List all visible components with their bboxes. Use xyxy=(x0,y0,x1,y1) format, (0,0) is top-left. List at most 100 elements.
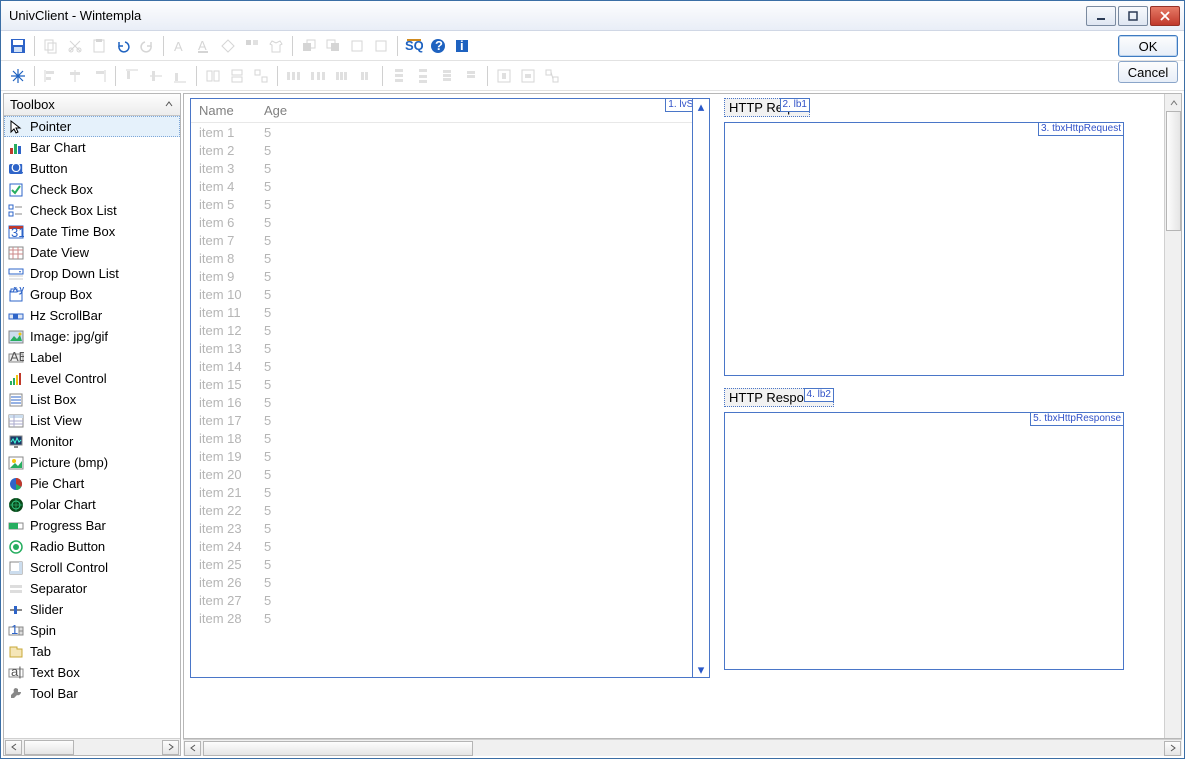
toolbox-item-hz-scrollbar[interactable]: Hz ScrollBar xyxy=(4,305,180,326)
toolbox-item-separator[interactable]: Separator xyxy=(4,578,180,599)
scroll-right-icon[interactable] xyxy=(1164,741,1181,756)
align-right-icon[interactable] xyxy=(88,65,110,87)
table-row[interactable]: item 45 xyxy=(191,177,709,195)
table-row[interactable]: item 265 xyxy=(191,573,709,591)
fill-icon[interactable] xyxy=(217,35,239,57)
save-icon[interactable] xyxy=(7,35,29,57)
copy-icon[interactable] xyxy=(40,35,62,57)
table-row[interactable]: item 255 xyxy=(191,555,709,573)
toolbox-item-pie-chart[interactable]: Pie Chart xyxy=(4,473,180,494)
scroll-down-icon[interactable]: ▾ xyxy=(694,662,709,677)
scroll-up-icon[interactable]: ▴ xyxy=(694,99,709,114)
vspace-dec-icon[interactable] xyxy=(436,65,458,87)
toolbox-item-date-view[interactable]: Date View xyxy=(4,242,180,263)
toolbox-item-progress-bar[interactable]: Progress Bar xyxy=(4,515,180,536)
toolbox-item-scroll-control[interactable]: Scroll Control xyxy=(4,557,180,578)
table-row[interactable]: item 155 xyxy=(191,375,709,393)
hspace-dec-icon[interactable] xyxy=(331,65,353,87)
align-left-icon[interactable] xyxy=(40,65,62,87)
shirt-icon[interactable] xyxy=(265,35,287,57)
send-back-icon[interactable] xyxy=(322,35,344,57)
column-header[interactable]: Age xyxy=(256,99,709,123)
table-row[interactable]: item 245 xyxy=(191,537,709,555)
scrollbar-thumb[interactable] xyxy=(1166,111,1181,231)
table-row[interactable]: item 25 xyxy=(191,141,709,159)
table-row[interactable]: item 85 xyxy=(191,249,709,267)
vspace-remove-icon[interactable] xyxy=(460,65,482,87)
toolbox-item-spin[interactable]: 1Spin xyxy=(4,620,180,641)
toolbox-item-polar-chart[interactable]: Polar Chart xyxy=(4,494,180,515)
toolbox-item-label[interactable]: ABCLabel xyxy=(4,347,180,368)
paste-icon[interactable] xyxy=(88,35,110,57)
snowflake-icon[interactable] xyxy=(7,65,29,87)
control-textbox-tbxhttprequest[interactable]: 3. tbxHttpRequest xyxy=(724,122,1124,376)
table-row[interactable]: item 185 xyxy=(191,429,709,447)
table-row[interactable]: item 195 xyxy=(191,447,709,465)
layer-up-icon[interactable] xyxy=(346,35,368,57)
scroll-left-icon[interactable] xyxy=(184,741,201,756)
cut-icon[interactable] xyxy=(64,35,86,57)
table-row[interactable]: item 135 xyxy=(191,339,709,357)
table-row[interactable]: item 165 xyxy=(191,393,709,411)
maximize-button[interactable] xyxy=(1118,6,1148,26)
control-label-lb2[interactable]: HTTP Response 4. lb2 xyxy=(724,388,834,407)
info-icon[interactable]: i xyxy=(451,35,473,57)
toolbox-item-list-box[interactable]: List Box xyxy=(4,389,180,410)
table-row[interactable]: item 145 xyxy=(191,357,709,375)
ok-button[interactable]: OK xyxy=(1118,35,1178,57)
table-row[interactable]: item 55 xyxy=(191,195,709,213)
table-row[interactable]: item 35 xyxy=(191,159,709,177)
toolbox-item-text-box[interactable]: a|Text Box xyxy=(4,662,180,683)
scroll-up-icon[interactable] xyxy=(1166,95,1181,110)
same-size-icon[interactable] xyxy=(250,65,272,87)
vspace-equal-icon[interactable] xyxy=(388,65,410,87)
designer-canvas[interactable]: 1. lvStaff Name Age item 15item 25item 3… xyxy=(183,93,1182,739)
vspace-inc-icon[interactable] xyxy=(412,65,434,87)
toolbox-item-level-control[interactable]: Level Control xyxy=(4,368,180,389)
toolbox-header[interactable]: Toolbox xyxy=(4,94,180,116)
align-center-h-icon[interactable] xyxy=(64,65,86,87)
table-row[interactable]: item 235 xyxy=(191,519,709,537)
table-row[interactable]: item 95 xyxy=(191,267,709,285)
hspace-equal-icon[interactable] xyxy=(283,65,305,87)
canvas-hscrollbar[interactable] xyxy=(183,739,1182,756)
undo-icon[interactable] xyxy=(112,35,134,57)
toolbox-item-image-jpg-gif[interactable]: Image: jpg/gif xyxy=(4,326,180,347)
same-height-icon[interactable] xyxy=(226,65,248,87)
toolbox-item-check-box-list[interactable]: Check Box List xyxy=(4,200,180,221)
toolbox-hscrollbar[interactable] xyxy=(4,738,180,755)
control-listview-lvstaff[interactable]: 1. lvStaff Name Age item 15item 25item 3… xyxy=(190,98,710,678)
hspace-inc-icon[interactable] xyxy=(307,65,329,87)
scroll-left-icon[interactable] xyxy=(5,740,22,755)
close-button[interactable] xyxy=(1150,6,1180,26)
align-bottom-icon[interactable] xyxy=(169,65,191,87)
toolbox-item-tool-bar[interactable]: Tool Bar xyxy=(4,683,180,704)
align-top-icon[interactable] xyxy=(121,65,143,87)
table-row[interactable]: item 75 xyxy=(191,231,709,249)
canvas-vscrollbar[interactable] xyxy=(1164,94,1181,738)
scrollbar-thumb[interactable] xyxy=(24,740,74,755)
toolbox-item-date-time-box[interactable]: 31Date Time Box xyxy=(4,221,180,242)
font-icon[interactable]: A xyxy=(169,35,191,57)
center-h-icon[interactable] xyxy=(493,65,515,87)
toolbox-item-radio-button[interactable]: Radio Button xyxy=(4,536,180,557)
cancel-button[interactable]: Cancel xyxy=(1118,61,1178,83)
help-icon[interactable]: ? xyxy=(427,35,449,57)
table-row[interactable]: item 285 xyxy=(191,609,709,627)
toolbox-item-check-box[interactable]: Check Box xyxy=(4,179,180,200)
same-width-icon[interactable] xyxy=(202,65,224,87)
table-row[interactable]: item 105 xyxy=(191,285,709,303)
column-header[interactable]: Name xyxy=(191,99,256,123)
table-row[interactable]: item 275 xyxy=(191,591,709,609)
toolbox-item-group-box[interactable]: xyGroup Box xyxy=(4,284,180,305)
table-row[interactable]: item 115 xyxy=(191,303,709,321)
scrollbar-thumb[interactable] xyxy=(203,741,473,756)
listview-vscrollbar[interactable]: ▴ ▾ xyxy=(692,99,709,677)
control-textbox-tbxhttpresponse[interactable]: 5. tbxHttpResponse xyxy=(724,412,1124,670)
table-row[interactable]: item 15 xyxy=(191,123,709,142)
toolbox-list[interactable]: PointerBar ChartOKButtonCheck BoxCheck B… xyxy=(4,116,180,738)
table-row[interactable]: item 215 xyxy=(191,483,709,501)
toolbox-item-bar-chart[interactable]: Bar Chart xyxy=(4,137,180,158)
bring-front-icon[interactable] xyxy=(298,35,320,57)
hspace-remove-icon[interactable] xyxy=(355,65,377,87)
